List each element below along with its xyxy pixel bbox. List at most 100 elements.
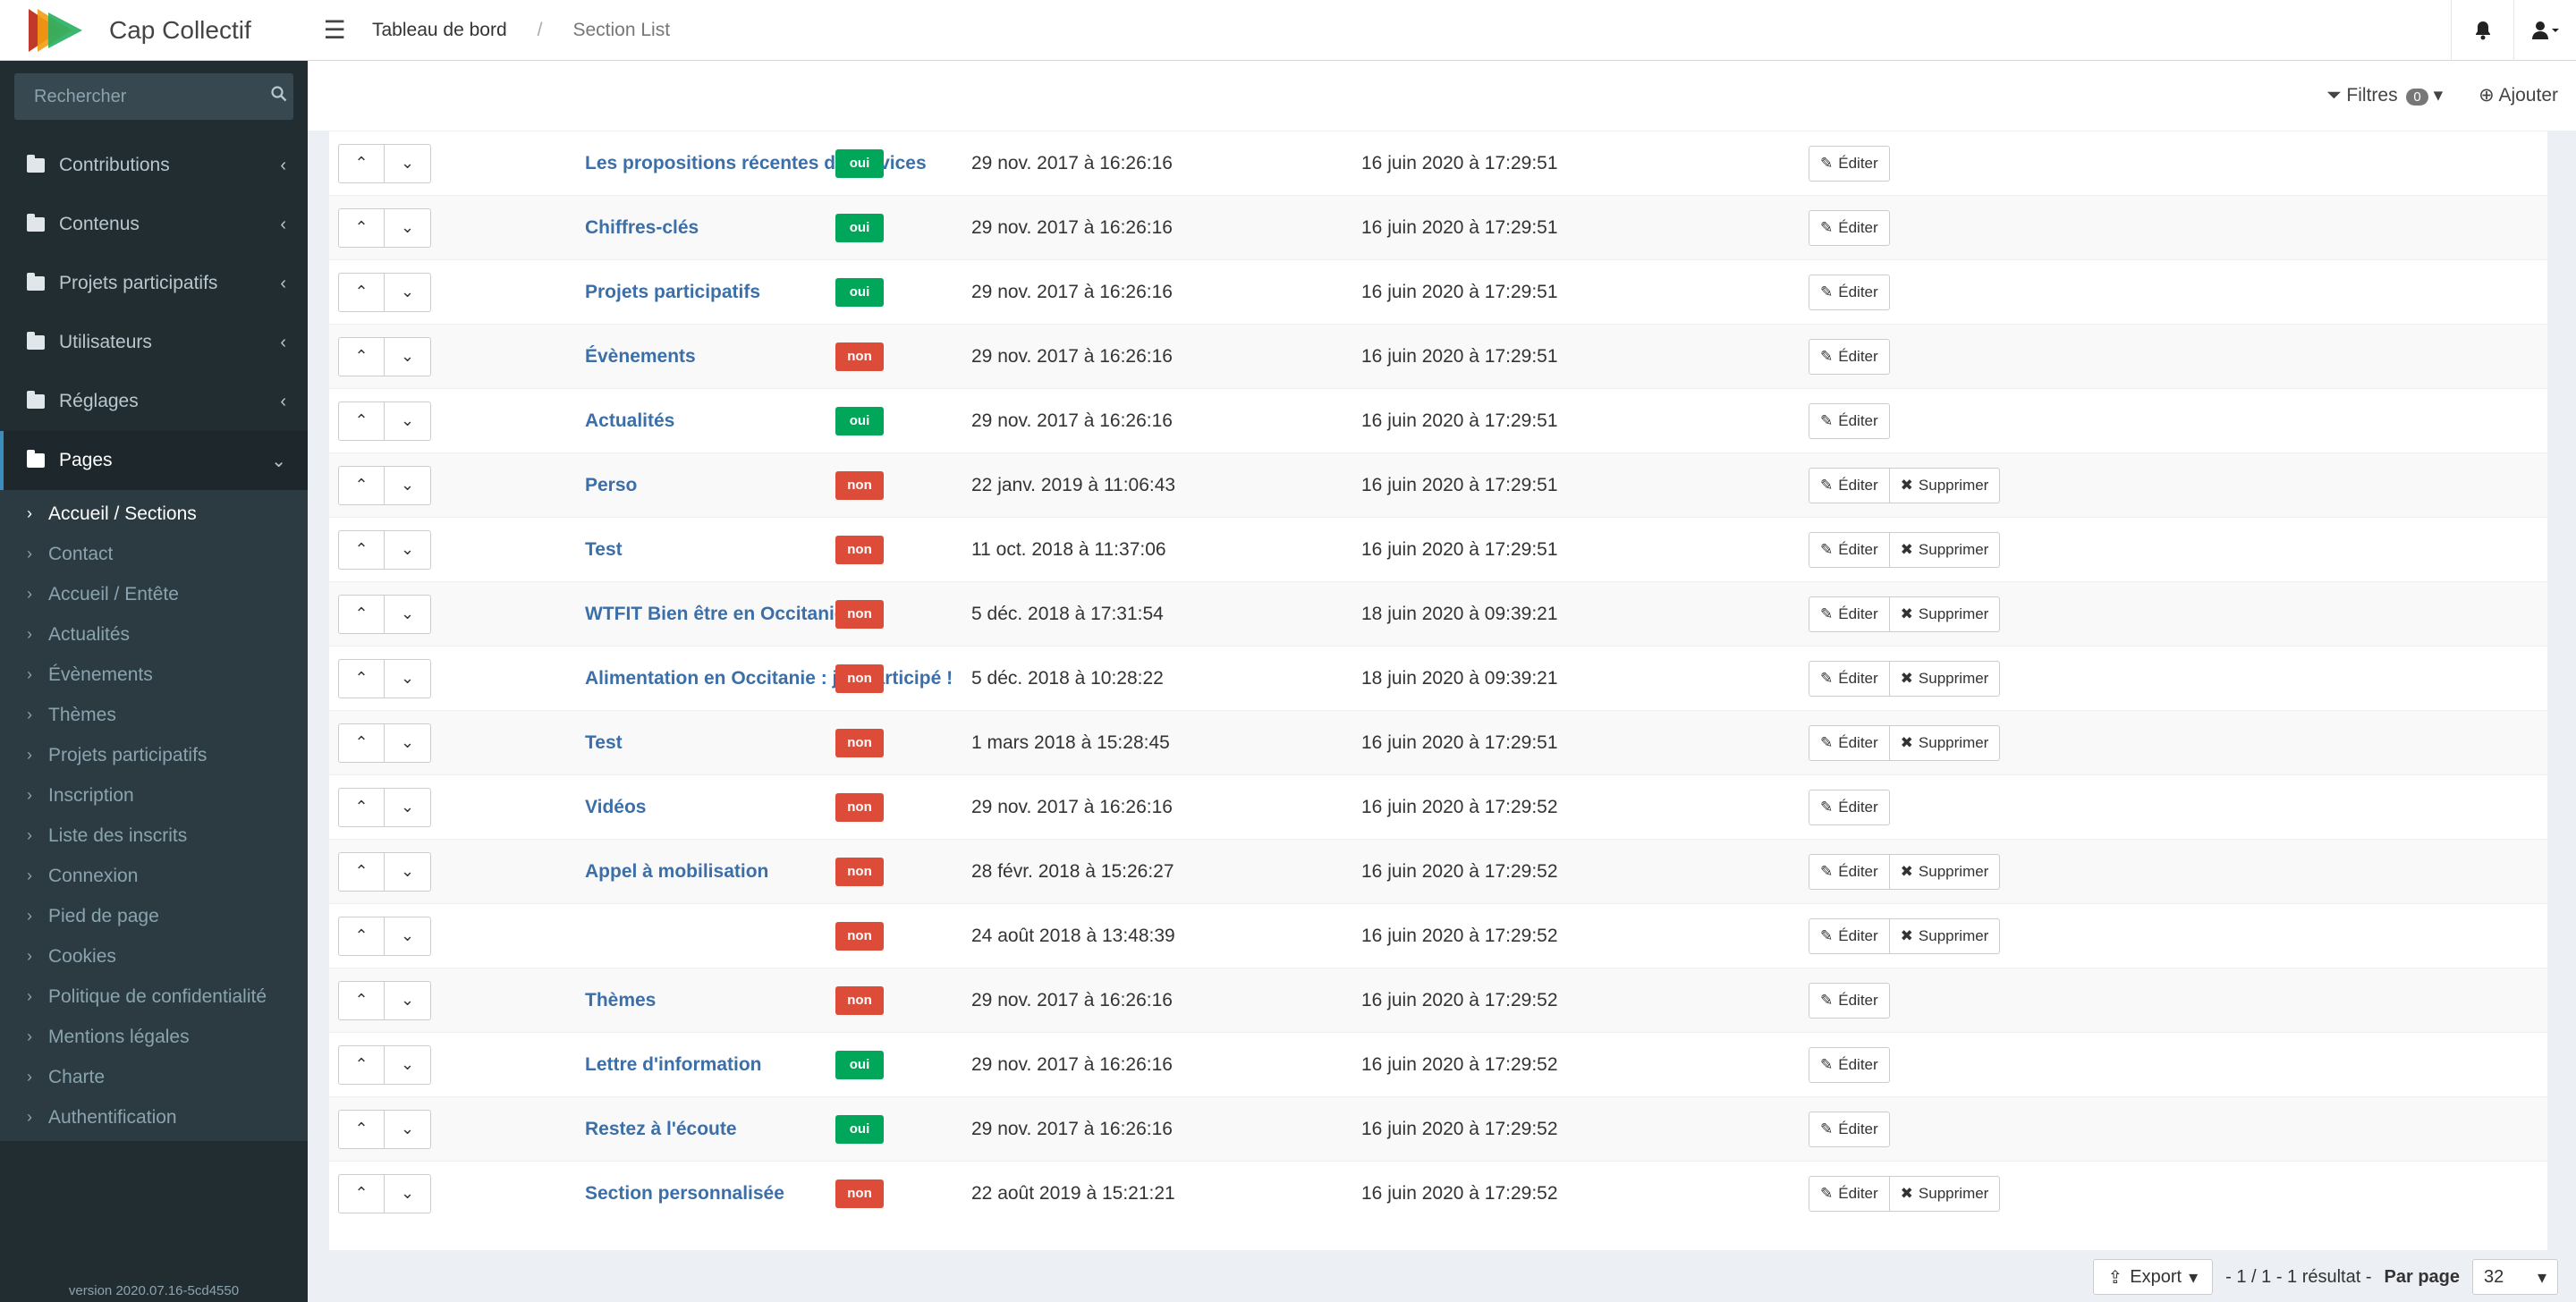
enabled-status-badge[interactable]: non (835, 664, 884, 693)
edit-button[interactable]: ✎ Éditer (1809, 596, 1890, 632)
brand[interactable]: Cap Collectif (0, 0, 308, 61)
move-down-button[interactable]: ⌄ (385, 465, 431, 505)
enabled-status-badge[interactable]: non (835, 342, 884, 371)
sidebar-item-0[interactable]: Contributions ‹ (0, 136, 308, 195)
move-down-button[interactable]: ⌄ (385, 272, 431, 312)
submenu-item-3[interactable]: › Actualités (0, 614, 308, 655)
sidebar-item-4[interactable]: Réglages ‹ (0, 372, 308, 431)
section-title-link[interactable]: Appel à mobilisation (585, 861, 768, 883)
move-down-button[interactable]: ⌄ (385, 336, 431, 376)
move-up-button[interactable]: ⌃ (338, 916, 385, 956)
edit-button[interactable]: ✎ Éditer (1809, 1111, 1890, 1147)
submenu-item-14[interactable]: › Charte (0, 1057, 308, 1097)
enabled-status-badge[interactable]: non (835, 1179, 884, 1208)
sidebar-item-5[interactable]: Pages ⌄ (0, 431, 308, 490)
move-down-button[interactable]: ⌄ (385, 851, 431, 892)
add-button[interactable]: ⊕ Ajouter (2479, 84, 2558, 106)
per-page-select[interactable]: 32 ▾ (2472, 1259, 2558, 1295)
delete-button[interactable]: ✖ Supprimer (1889, 467, 2001, 503)
section-title-link[interactable]: Thèmes (585, 990, 656, 1011)
delete-button[interactable]: ✖ Supprimer (1889, 917, 2001, 954)
section-title-link[interactable]: Projets participatifs (585, 282, 760, 303)
move-down-button[interactable]: ⌄ (385, 143, 431, 183)
move-down-button[interactable]: ⌄ (385, 916, 431, 956)
move-down-button[interactable]: ⌄ (385, 658, 431, 698)
enabled-status-badge[interactable]: non (835, 728, 884, 757)
move-up-button[interactable]: ⌃ (338, 851, 385, 892)
enabled-status-badge[interactable]: oui (835, 1050, 884, 1079)
move-down-button[interactable]: ⌄ (385, 723, 431, 763)
move-down-button[interactable]: ⌄ (385, 594, 431, 634)
move-down-button[interactable]: ⌄ (385, 1109, 431, 1149)
filters-button[interactable]: ⏷ Filtres 0 ▾ (2326, 84, 2443, 106)
edit-button[interactable]: ✎ Éditer (1809, 531, 1890, 568)
enabled-status-badge[interactable]: oui (835, 406, 884, 435)
enabled-status-badge[interactable]: non (835, 857, 884, 886)
section-title-link[interactable]: Alimentation en Occitanie : j'ai partici… (585, 668, 953, 689)
edit-button[interactable]: ✎ Éditer (1809, 789, 1890, 825)
edit-button[interactable]: ✎ Éditer (1809, 1046, 1890, 1083)
submenu-item-15[interactable]: › Authentification (0, 1097, 308, 1137)
section-title-link[interactable]: Évènements (585, 346, 696, 368)
submenu-item-12[interactable]: › Politique de confidentialité (0, 976, 308, 1017)
enabled-status-badge[interactable]: oui (835, 1114, 884, 1144)
submenu-item-2[interactable]: › Accueil / Entête (0, 574, 308, 614)
delete-button[interactable]: ✖ Supprimer (1889, 724, 2001, 761)
edit-button[interactable]: ✎ Éditer (1809, 467, 1890, 503)
section-title-link[interactable]: Actualités (585, 410, 674, 432)
move-up-button[interactable]: ⌃ (338, 401, 385, 441)
submenu-item-10[interactable]: › Pied de page (0, 896, 308, 936)
enabled-status-badge[interactable]: non (835, 470, 884, 500)
submenu-item-8[interactable]: › Liste des inscrits (0, 816, 308, 856)
submenu-item-11[interactable]: › Cookies (0, 936, 308, 976)
edit-button[interactable]: ✎ Éditer (1809, 982, 1890, 1019)
move-up-button[interactable]: ⌃ (338, 1109, 385, 1149)
user-menu-icon[interactable] (2513, 0, 2576, 61)
edit-button[interactable]: ✎ Éditer (1809, 338, 1890, 375)
enabled-status-badge[interactable]: oui (835, 148, 884, 178)
move-down-button[interactable]: ⌄ (385, 207, 431, 248)
section-title-link[interactable]: Test (585, 732, 623, 754)
move-up-button[interactable]: ⌃ (338, 787, 385, 827)
notifications-bell-icon[interactable] (2451, 0, 2513, 61)
sidebar-item-1[interactable]: Contenus ‹ (0, 195, 308, 254)
move-up-button[interactable]: ⌃ (338, 336, 385, 376)
breadcrumb-dashboard[interactable]: Tableau de bord (372, 20, 507, 41)
enabled-status-badge[interactable]: non (835, 921, 884, 951)
move-up-button[interactable]: ⌃ (338, 207, 385, 248)
delete-button[interactable]: ✖ Supprimer (1889, 596, 2001, 632)
enabled-status-badge[interactable]: non (835, 985, 884, 1015)
enabled-status-badge[interactable]: non (835, 599, 884, 629)
submenu-item-4[interactable]: › Évènements (0, 655, 308, 695)
submenu-item-13[interactable]: › Mentions légales (0, 1017, 308, 1057)
section-title-link[interactable]: Test (585, 539, 623, 561)
delete-button[interactable]: ✖ Supprimer (1889, 531, 2001, 568)
delete-button[interactable]: ✖ Supprimer (1889, 660, 2001, 697)
submenu-item-5[interactable]: › Thèmes (0, 695, 308, 735)
move-down-button[interactable]: ⌄ (385, 401, 431, 441)
move-up-button[interactable]: ⌃ (338, 1044, 385, 1085)
move-up-button[interactable]: ⌃ (338, 980, 385, 1020)
submenu-item-9[interactable]: › Connexion (0, 856, 308, 896)
edit-button[interactable]: ✎ Éditer (1809, 145, 1890, 182)
sidebar-item-3[interactable]: Utilisateurs ‹ (0, 313, 308, 372)
section-title-link[interactable]: Perso (585, 475, 637, 496)
move-up-button[interactable]: ⌃ (338, 723, 385, 763)
section-title-link[interactable]: Restez à l'écoute (585, 1119, 737, 1140)
edit-button[interactable]: ✎ Éditer (1809, 724, 1890, 761)
enabled-status-badge[interactable]: non (835, 792, 884, 822)
enabled-status-badge[interactable]: non (835, 535, 884, 564)
delete-button[interactable]: ✖ Supprimer (1889, 1175, 2001, 1212)
sidebar-search-input[interactable] (34, 86, 271, 107)
move-down-button[interactable]: ⌄ (385, 787, 431, 827)
section-title-link[interactable]: Chiffres-clés (585, 217, 699, 239)
submenu-item-1[interactable]: › Contact (0, 534, 308, 574)
sidebar-toggle-icon[interactable]: ☰ (308, 0, 361, 61)
move-up-button[interactable]: ⌃ (338, 143, 385, 183)
submenu-item-6[interactable]: › Projets participatifs (0, 735, 308, 775)
delete-button[interactable]: ✖ Supprimer (1889, 853, 2001, 890)
move-down-button[interactable]: ⌄ (385, 529, 431, 570)
move-up-button[interactable]: ⌃ (338, 465, 385, 505)
move-up-button[interactable]: ⌃ (338, 529, 385, 570)
edit-button[interactable]: ✎ Éditer (1809, 274, 1890, 310)
